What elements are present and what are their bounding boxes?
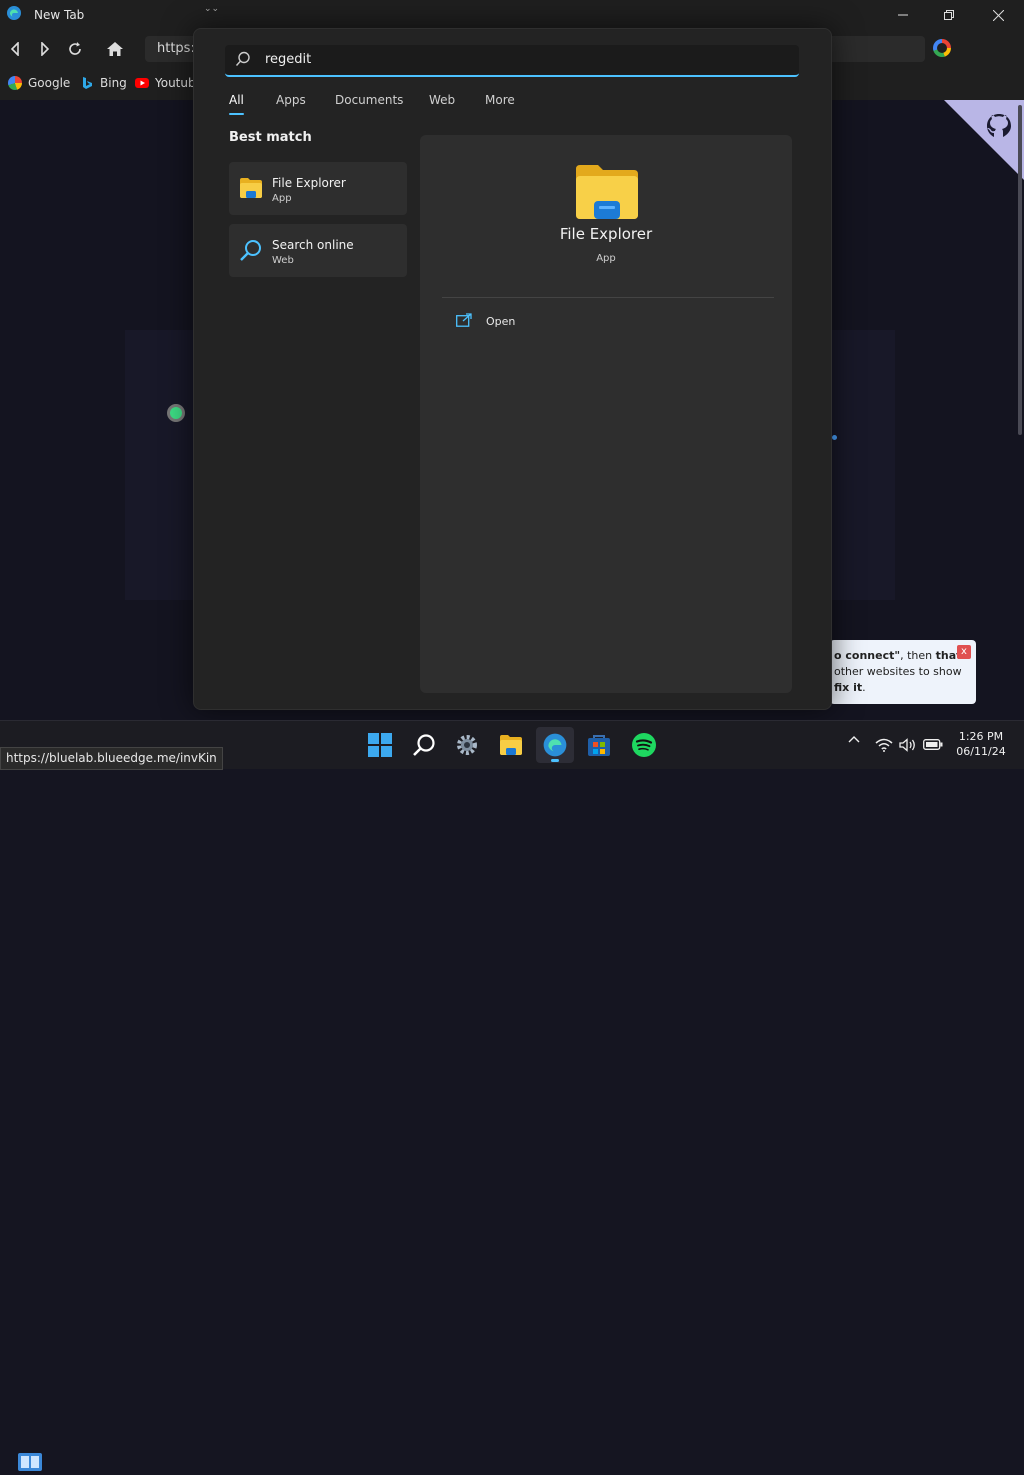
toast-text: . bbox=[862, 681, 866, 694]
youtube-icon bbox=[135, 76, 149, 90]
bing-icon bbox=[80, 76, 94, 90]
tab-web[interactable]: Web bbox=[429, 93, 455, 107]
minimize-button[interactable] bbox=[880, 0, 926, 30]
preview-title: File Explorer bbox=[559, 225, 653, 243]
file-explorer-icon bbox=[500, 735, 522, 755]
tab-list-chevron-icon[interactable]: ⌄⌄ bbox=[204, 4, 219, 14]
clock-time: 1:26 PM bbox=[958, 730, 1004, 743]
page-scrollbar[interactable] bbox=[1018, 105, 1022, 435]
google-icon bbox=[8, 76, 22, 90]
restore-button[interactable] bbox=[926, 0, 972, 30]
taskbar-search-button[interactable] bbox=[405, 727, 443, 763]
edge-icon bbox=[6, 5, 22, 25]
toast-bold-text: fix it bbox=[834, 681, 863, 694]
result-preview-pane: File Explorer App Open bbox=[420, 135, 792, 693]
open-icon bbox=[456, 312, 472, 331]
store-icon bbox=[588, 735, 610, 756]
close-icon bbox=[992, 9, 1004, 21]
tab-more[interactable]: More bbox=[485, 93, 515, 107]
bookmark-label: Bing bbox=[100, 76, 127, 90]
home-icon bbox=[107, 42, 123, 56]
volume-icon[interactable] bbox=[899, 738, 917, 752]
browser-tab[interactable]: New Tab bbox=[0, 0, 195, 30]
back-button[interactable] bbox=[0, 30, 30, 68]
google-search-icon[interactable] bbox=[933, 39, 951, 57]
taskbar-file-explorer-button[interactable] bbox=[492, 727, 530, 763]
folder-icon bbox=[239, 177, 263, 203]
taskbar-spotify-button[interactable] bbox=[625, 727, 663, 763]
home-button[interactable] bbox=[100, 30, 130, 68]
widgets-icon[interactable] bbox=[18, 1453, 42, 1475]
search-input[interactable]: regedit bbox=[225, 45, 799, 77]
preview-subtitle: App bbox=[596, 253, 616, 264]
toast-close-button[interactable]: x bbox=[957, 645, 971, 659]
back-arrow-icon bbox=[10, 42, 19, 56]
forward-button[interactable] bbox=[30, 30, 60, 68]
start-button[interactable] bbox=[361, 727, 399, 763]
decorative-dot bbox=[832, 435, 837, 440]
toast-line-3: fix it. bbox=[834, 680, 970, 696]
action-label: Open bbox=[486, 315, 516, 328]
toast-line-1: o connect", then that bbox=[834, 648, 970, 664]
best-match-heading: Best match bbox=[229, 130, 312, 145]
tray-overflow-chevron-icon[interactable] bbox=[848, 735, 860, 743]
minimize-icon bbox=[898, 14, 908, 16]
search-icon bbox=[235, 51, 251, 71]
link-status-bubble: https://bluelab.blueedge.me/invKin bbox=[0, 747, 223, 770]
close-window-button[interactable] bbox=[975, 0, 1021, 30]
bookmark-youtube[interactable]: Youtub bbox=[135, 76, 196, 90]
result-subtitle: App bbox=[272, 193, 292, 204]
bookmark-bing[interactable]: Bing bbox=[80, 76, 127, 90]
clock-date: 06/11/24 bbox=[956, 745, 1006, 758]
result-title: Search online bbox=[272, 238, 354, 252]
refresh-icon bbox=[69, 42, 81, 55]
restore-icon bbox=[944, 10, 954, 20]
forward-arrow-icon bbox=[41, 42, 50, 56]
open-action-button[interactable]: Open bbox=[456, 312, 515, 331]
result-file-explorer[interactable]: File Explorer App bbox=[229, 162, 407, 215]
search-query-text: regedit bbox=[265, 52, 312, 67]
search-icon bbox=[239, 239, 263, 267]
tab-documents[interactable]: Documents bbox=[335, 93, 403, 107]
preview-divider bbox=[442, 297, 774, 298]
windows-search-panel: regedit All Apps Documents Web More Best… bbox=[193, 28, 832, 710]
github-octocat-icon bbox=[984, 112, 1014, 148]
tab-apps[interactable]: Apps bbox=[276, 93, 306, 107]
bookmark-label: Google bbox=[28, 76, 71, 90]
toast-line-2: other websites to show bbox=[834, 665, 962, 678]
status-indicator-dot bbox=[167, 404, 185, 422]
taskbar-edge-button[interactable] bbox=[536, 727, 574, 763]
bookmark-label: Youtub bbox=[155, 76, 196, 90]
bookmark-google[interactable]: Google bbox=[8, 76, 70, 90]
taskbar-store-button[interactable] bbox=[580, 727, 618, 763]
browser-titlebar: New Tab ⌄⌄ bbox=[0, 0, 1024, 30]
toast-bold-text: o connect" bbox=[834, 649, 901, 662]
result-title: File Explorer bbox=[272, 176, 346, 190]
spotify-icon bbox=[632, 733, 656, 757]
notification-toast: o connect", then that other websites to … bbox=[830, 640, 976, 704]
folder-icon bbox=[574, 163, 640, 225]
toast-text: , then bbox=[900, 649, 936, 662]
tab-all[interactable]: All bbox=[229, 93, 244, 115]
battery-icon[interactable] bbox=[923, 739, 943, 750]
wifi-icon[interactable] bbox=[875, 738, 893, 752]
search-icon bbox=[413, 734, 435, 756]
tab-title: New Tab bbox=[34, 8, 85, 22]
refresh-button[interactable] bbox=[60, 30, 90, 68]
taskbar-clock[interactable]: 1:26 PM 06/11/24 bbox=[948, 729, 1014, 759]
edge-icon bbox=[543, 733, 567, 757]
taskbar-settings-button[interactable] bbox=[448, 727, 486, 763]
result-search-online[interactable]: Search online Web bbox=[229, 224, 407, 277]
result-subtitle: Web bbox=[272, 255, 294, 266]
settings-icon bbox=[457, 735, 477, 755]
start-icon bbox=[368, 733, 392, 757]
